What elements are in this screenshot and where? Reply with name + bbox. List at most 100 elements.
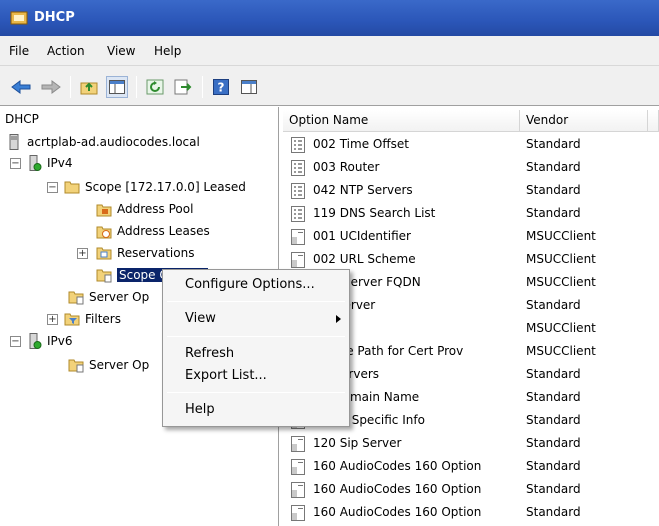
- tree-node-ipv4[interactable]: IPv4: [26, 153, 73, 173]
- refresh-icon: [146, 79, 164, 95]
- scope-options-icon: [96, 269, 112, 283]
- ipv4-server-icon: [29, 155, 42, 171]
- vendor-cell: Standard: [526, 160, 581, 174]
- option-name-cell: 042 NTP Servers: [313, 183, 413, 197]
- collapse-ipv6[interactable]: −: [10, 336, 21, 347]
- folder-icon: [64, 181, 80, 194]
- menu-file[interactable]: File: [9, 44, 29, 58]
- toolbar: ?: [0, 66, 659, 106]
- menu-item-view[interactable]: View: [185, 311, 345, 331]
- expand-reservations[interactable]: +: [77, 248, 88, 259]
- list-option-icon: [291, 183, 305, 199]
- vendor-cell: Standard: [526, 505, 581, 519]
- menu-bar: File Action View Help: [0, 36, 659, 66]
- export-list-button[interactable]: [172, 76, 194, 98]
- vendor-cell: Standard: [526, 206, 581, 220]
- tree-label: IPv4: [47, 156, 73, 170]
- list-row[interactable]: 003 Router Standard: [283, 157, 659, 180]
- up-one-level-button[interactable]: [78, 76, 100, 98]
- tree-node-dhcp[interactable]: DHCP: [5, 109, 39, 129]
- list-row[interactable]: 042 NTP Servers Standard: [283, 180, 659, 203]
- column-header-filler: [648, 110, 659, 132]
- tree-node-reservations[interactable]: Reservations: [96, 243, 194, 263]
- option-name-cell: 160 AudioCodes 160 Option: [313, 459, 482, 473]
- vendor-cell: Standard: [526, 298, 581, 312]
- menu-item-help[interactable]: Help: [185, 402, 215, 422]
- column-header-option-name[interactable]: Option Name: [283, 110, 520, 132]
- list-row[interactable]: 119 DNS Search List Standard: [283, 203, 659, 226]
- vendor-cell: Standard: [526, 436, 581, 450]
- tree-label: Server Op: [89, 358, 150, 372]
- option-document-icon: [291, 436, 305, 452]
- tree-node-address-leases[interactable]: Address Leases: [96, 221, 210, 241]
- back-button[interactable]: [10, 76, 32, 98]
- tree-label: Address Leases: [117, 224, 210, 238]
- vendor-cell: Standard: [526, 183, 581, 197]
- list-row[interactable]: 001 UCIdentifier MSUCClient: [283, 226, 659, 249]
- filter-icon: [64, 313, 80, 326]
- tree-node-address-pool[interactable]: Address Pool: [96, 199, 193, 219]
- address-pool-icon: [96, 204, 112, 217]
- properties-button[interactable]: [238, 76, 260, 98]
- export-icon: [174, 79, 192, 95]
- tree-node-server-options-v6[interactable]: Server Op: [68, 355, 149, 375]
- show-hide-tree-button[interactable]: [106, 76, 128, 98]
- column-header-vendor[interactable]: Vendor: [520, 110, 648, 132]
- menu-item-refresh[interactable]: Refresh: [185, 346, 234, 366]
- tree-node-scope[interactable]: Scope [172.17.0.0] Leased: [64, 177, 246, 197]
- vendor-cell: MSUCClient: [526, 229, 596, 243]
- tree-label: Reservations: [117, 246, 195, 260]
- option-name-cell: 160 AudioCodes 160 Option: [313, 482, 482, 496]
- help-icon: ?: [213, 79, 229, 95]
- properties-icon: [241, 80, 257, 94]
- list-row[interactable]: 160 AudioCodes 160 Option Standard: [283, 479, 659, 502]
- context-menu: Configure Options... View Refresh Export…: [162, 269, 350, 427]
- menu-item-view-label: View: [185, 311, 216, 326]
- toolbar-separator: [202, 76, 203, 98]
- svg-text:?: ?: [218, 81, 225, 95]
- tree-label: Address Pool: [117, 202, 194, 216]
- submenu-arrow-icon: [336, 315, 341, 323]
- up-folder-icon: [80, 82, 98, 95]
- option-document-icon: [291, 505, 305, 521]
- menu-view[interactable]: View: [107, 44, 135, 58]
- menu-separator: [167, 336, 345, 337]
- address-leases-icon: [96, 226, 112, 239]
- expand-filters[interactable]: +: [47, 314, 58, 325]
- menu-item-configure-options[interactable]: Configure Options...: [185, 277, 315, 297]
- tree-node-server[interactable]: acrtplab-ad.audiocodes.local: [6, 132, 200, 152]
- list-row[interactable]: 160 AudioCodes 160 Option Standard: [283, 456, 659, 479]
- vendor-cell: MSUCClient: [526, 344, 596, 358]
- server-icon: [9, 134, 19, 150]
- list-row[interactable]: 160 AudioCodes 160 Option Standard: [283, 502, 659, 525]
- list-option-icon: [291, 206, 305, 222]
- list-row[interactable]: 002 Time Offset Standard: [283, 134, 659, 157]
- list-row[interactable]: 120 Sip Server Standard: [283, 433, 659, 456]
- list-option-icon: [291, 137, 305, 153]
- collapse-scope[interactable]: −: [47, 182, 58, 193]
- refresh-button[interactable]: [144, 76, 166, 98]
- server-options-icon: [68, 291, 84, 305]
- vendor-cell: Standard: [526, 390, 581, 404]
- tree-node-ipv6[interactable]: IPv6: [26, 331, 73, 351]
- menu-item-export-list[interactable]: Export List...: [185, 368, 267, 388]
- show-hide-tree-icon: [109, 80, 125, 94]
- menu-help[interactable]: Help: [154, 44, 181, 58]
- tree-node-filters[interactable]: Filters: [64, 309, 121, 329]
- vendor-cell: MSUCClient: [526, 321, 596, 335]
- list-option-icon: [291, 160, 305, 176]
- vendor-cell: MSUCClient: [526, 275, 596, 289]
- option-name-cell: 120 Sip Server: [313, 436, 402, 450]
- tree-node-server-options[interactable]: Server Op: [68, 287, 149, 307]
- option-name-cell: 160 AudioCodes 160 Option: [313, 505, 482, 519]
- collapse-ipv4[interactable]: −: [10, 158, 21, 169]
- title-bar: DHCP: [0, 0, 659, 36]
- tree-label: DHCP: [5, 112, 39, 126]
- window-title: DHCP: [34, 10, 75, 25]
- option-document-icon: [291, 482, 305, 498]
- help-button[interactable]: ?: [210, 76, 232, 98]
- reservations-icon: [96, 247, 112, 260]
- menu-action[interactable]: Action: [47, 44, 85, 58]
- forward-button[interactable]: [40, 76, 62, 98]
- back-icon: [11, 80, 31, 94]
